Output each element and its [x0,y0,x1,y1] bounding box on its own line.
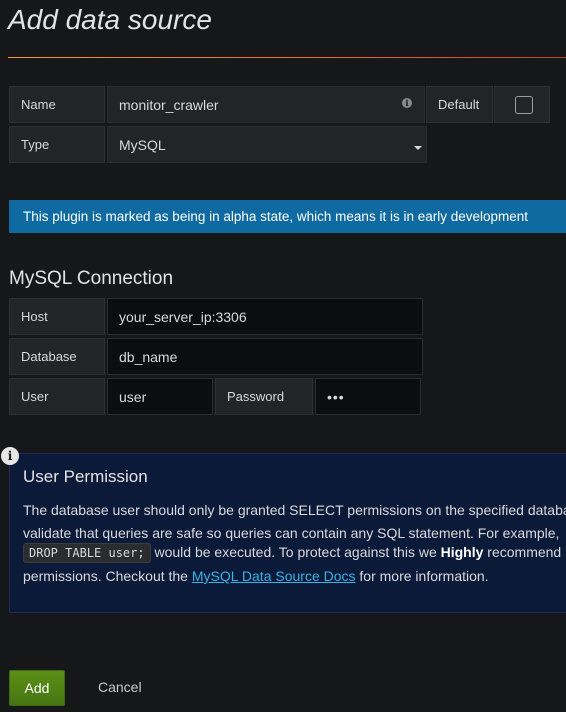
page-title: Add data source [8,4,212,35]
user-label: User [9,378,105,415]
name-input[interactable]: monitor_crawler i [107,86,425,123]
name-label: Name [9,86,105,123]
password-label: Password [215,378,313,415]
database-input[interactable]: db_name [107,338,423,375]
permission-text-3b: recommend [487,544,562,560]
permission-text-4a: permissions. Checkout the [23,568,188,584]
host-input[interactable]: your_server_ip:3306 [107,298,423,335]
info-icon[interactable]: i [402,98,412,108]
default-label: Default [426,86,493,123]
cancel-button[interactable]: Cancel [98,679,142,695]
mysql-docs-link[interactable]: MySQL Data Source Docs [192,568,356,584]
user-permission-title: User Permission [23,467,148,486]
title-divider [8,57,566,58]
info-icon: i [1,447,19,465]
permission-text-line-2: validate that queries are safe so querie… [23,525,560,541]
permission-text-4b: for more information. [359,568,489,584]
permission-text-line-1: The database user should only be granted… [23,502,566,518]
default-checkbox-cell [494,86,550,123]
type-select[interactable]: MySQL [107,126,427,163]
connection-heading: MySQL Connection [9,268,174,289]
permission-text-3a: would be executed. To protect against th… [154,544,437,560]
database-label: Database [9,338,105,375]
alpha-state-alert: This plugin is marked as being in alpha … [9,200,566,233]
drop-table-code: DROP TABLE user; [23,543,151,563]
permission-text-highly: Highly [440,544,484,560]
name-input-value: monitor_crawler [119,96,219,113]
chevron-down-icon [414,146,422,150]
permission-text-line-4: permissions. Checkout the MySQL Data Sou… [23,568,489,584]
user-input[interactable]: user [107,378,213,415]
add-button[interactable]: Add [9,670,65,706]
type-label: Type [9,126,105,163]
type-select-value: MySQL [119,136,166,153]
host-label: Host [9,298,105,335]
default-checkbox[interactable] [515,95,533,114]
permission-text-line-3: DROP TABLE user; would be executed. To p… [23,543,562,563]
password-input[interactable]: ••• [315,378,421,415]
